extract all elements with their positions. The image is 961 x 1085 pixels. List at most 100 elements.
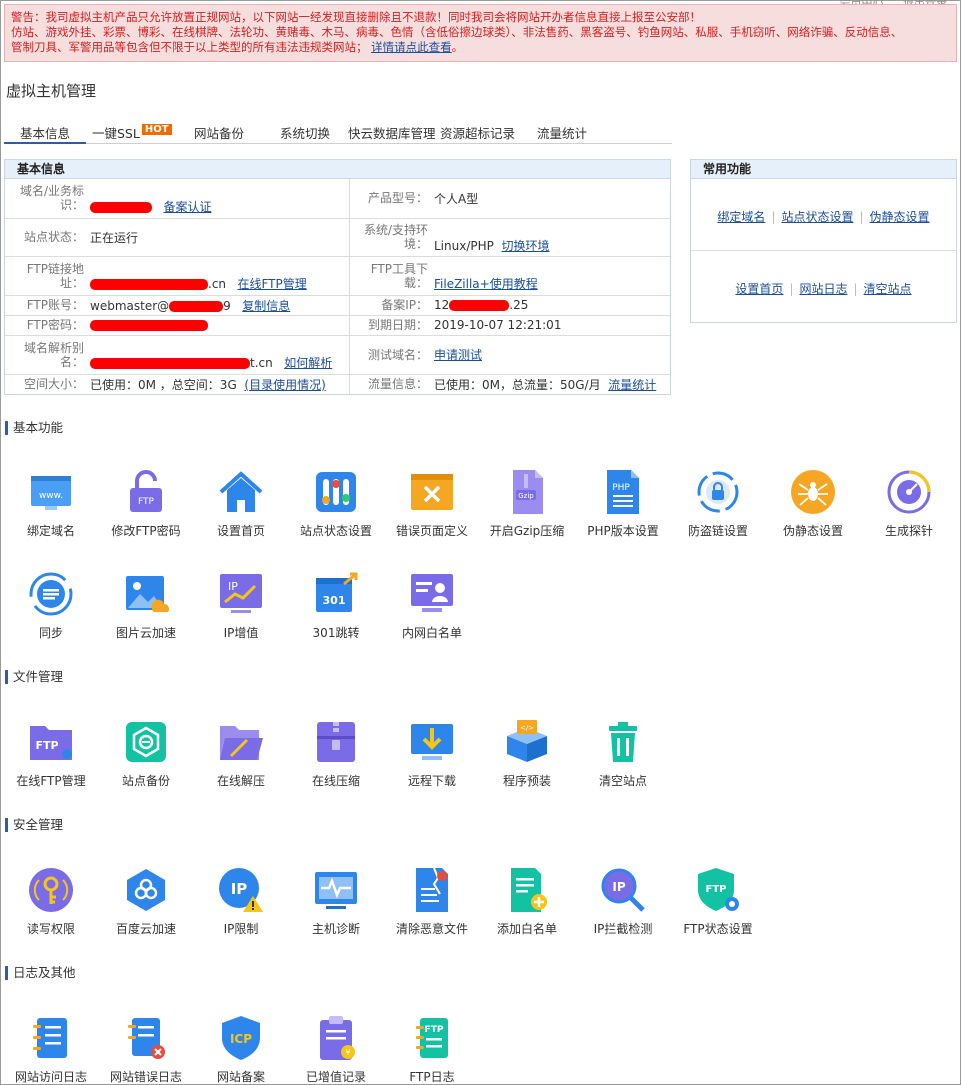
redacted-block — [90, 279, 208, 290]
tab-site-backup[interactable]: 网站备份 — [194, 124, 244, 144]
svg-text:¥: ¥ — [345, 1048, 350, 1057]
redacted-block — [169, 300, 224, 312]
icon-label: 错误页面定义 — [395, 524, 468, 538]
clean-malware-button[interactable]: 清除恶意文件 — [384, 866, 480, 937]
svg-text:www.: www. — [39, 491, 63, 501]
common-row-1: 绑定域名 | 站点状态设置 | 伪静态设置 — [717, 210, 930, 224]
common-site-status-link[interactable]: 站点状态设置 — [781, 210, 853, 224]
rewrite-button[interactable]: 伪静态设置 — [765, 468, 861, 539]
how-to-resolve-link[interactable]: 如何解析 — [284, 356, 332, 370]
error-page-button[interactable]: 错误页面定义 — [384, 468, 480, 539]
php-version-button[interactable]: PHP PHP版本设置 — [575, 468, 671, 539]
apply-test-link[interactable]: 申请测试 — [434, 348, 482, 362]
site-status-button[interactable]: 站点状态设置 — [288, 468, 384, 539]
gzip-button[interactable]: Gzip 开启Gzip压缩 — [479, 468, 575, 539]
icon-label: 主机诊断 — [311, 922, 360, 936]
intranet-whitelist-button[interactable]: 内网白名单 — [384, 570, 480, 641]
sync-button[interactable]: 同步 — [3, 570, 99, 641]
redacted-block — [449, 300, 510, 311]
clear-site-button[interactable]: 清空站点 — [575, 718, 671, 789]
ftp-account-prefix: webmaster@ — [90, 298, 170, 313]
common-site-log-link[interactable]: 网站日志 — [799, 282, 847, 296]
radar-probe-icon — [887, 470, 931, 514]
common-clear-site-link[interactable]: 清空站点 — [864, 282, 912, 296]
warning-detail-link[interactable]: 详情请点此查看 — [371, 40, 452, 54]
set-homepage-button[interactable]: 设置首页 — [193, 468, 289, 539]
svg-text:FTP: FTP — [138, 497, 155, 507]
ip-search-icon: IP — [601, 868, 645, 912]
bind-domain-button[interactable]: www. 绑定域名 — [3, 468, 99, 539]
page-title: 虚拟主机管理 — [6, 82, 97, 100]
redirect-301-button[interactable]: 301 301跳转 — [288, 570, 384, 641]
ip-intercept-button[interactable]: IP IP拦截检测 — [575, 866, 671, 937]
tab-traffic-stats[interactable]: 流量统计 — [537, 124, 587, 144]
malware-clean-icon — [416, 867, 448, 912]
hot-badge: HOT — [141, 124, 172, 135]
add-whitelist-button[interactable]: 添加白名单 — [479, 866, 575, 937]
error-log-button[interactable]: 网站错误日志 — [98, 1014, 194, 1085]
online-ftp-button[interactable]: FTP 在线FTP管理 — [3, 718, 99, 789]
error-page-icon — [411, 474, 453, 510]
tab-db-manage[interactable]: 快云数据库管理 — [348, 124, 436, 144]
anti-leech-button[interactable]: 防盗链设置 — [670, 468, 766, 539]
redacted-block — [90, 201, 152, 213]
common-divider — [691, 250, 956, 251]
record-auth-link[interactable]: 备案认证 — [163, 200, 211, 214]
ftp-log-button[interactable]: FTP FTP日志 — [384, 1014, 480, 1085]
tab-system-switch[interactable]: 系统切换 — [280, 124, 330, 144]
ip-restrict-button[interactable]: IP IP限制 — [193, 866, 289, 937]
online-unzip-button[interactable]: 在线解压 — [193, 718, 289, 789]
icon-label: 设置首页 — [216, 524, 265, 538]
browser-www-icon: www. — [31, 476, 71, 510]
gzip-file-icon: Gzip — [513, 470, 543, 514]
access-log-button[interactable]: 网站访问日志 — [3, 1014, 99, 1085]
online-ftp-link[interactable]: 在线FTP管理 — [237, 277, 306, 291]
host-diagnose-button[interactable]: 主机诊断 — [288, 866, 384, 937]
traffic-stats-link[interactable]: 流量统计 — [608, 378, 656, 392]
warning-line-1: 警告：我司虚拟主机产品只允许放置正规网站，以下网站一经发现直接删除且不退款！同时… — [11, 10, 701, 24]
icon-label: 站点备份 — [121, 774, 170, 788]
program-preinstall-button[interactable]: </> 程序预装 — [479, 718, 575, 789]
image-accel-button[interactable]: 图片云加速 — [98, 570, 194, 641]
common-functions-title: 常用功能 — [691, 160, 956, 179]
copy-info-link[interactable]: 复制信息 — [242, 299, 290, 313]
common-rewrite-link[interactable]: 伪静态设置 — [870, 210, 930, 224]
icon-label: 远程下载 — [407, 774, 456, 788]
warning-line-3: 管制刀具、军警用品等包含但不限于以上类型的所有违法违规类网站； 详情请点此查看。 — [11, 40, 464, 54]
svg-text:FTP: FTP — [35, 739, 58, 752]
addon-records-button[interactable]: ¥ 已增值记录 — [288, 1014, 384, 1085]
generate-probe-button[interactable]: 生成探针 — [861, 468, 957, 539]
ftp-status-button[interactable]: FTP FTP状态设置 — [670, 866, 766, 937]
tab-basic-info[interactable]: 基本信息 — [4, 124, 86, 144]
ip-addon-button[interactable]: IP IP增值 — [193, 570, 289, 641]
status-toggle-icon — [316, 472, 356, 512]
cloud-accel-icon — [127, 869, 165, 911]
ftp-account-suffix: 9 — [223, 298, 231, 313]
common-row-2: 设置首页 | 网站日志 | 清空站点 — [735, 282, 912, 296]
sync-icon — [29, 572, 73, 616]
icon-label: 防盗链设置 — [687, 524, 748, 538]
tab-ssl[interactable]: 一键SSL HOT — [92, 124, 172, 144]
switch-env-link[interactable]: 切换环境 — [502, 239, 550, 253]
site-icp-button[interactable]: ICP 网站备案 — [193, 1014, 289, 1085]
common-bind-domain-link[interactable]: 绑定域名 — [717, 210, 765, 224]
baidu-accel-button[interactable]: 百度云加速 — [98, 866, 194, 937]
icon-label: 已增值记录 — [305, 1070, 366, 1084]
section-basic-title: 基本功能 — [5, 421, 63, 435]
filezilla-link[interactable]: FileZilla+使用教程 — [434, 277, 538, 291]
online-zip-button[interactable]: 在线压缩 — [288, 718, 384, 789]
warning-banner: 警告：我司虚拟主机产品只允许放置正规网站，以下网站一经发现直接删除且不退款！同时… — [4, 4, 957, 62]
tab-resource-records[interactable]: 资源超标记录 — [440, 124, 515, 144]
svg-text:IP: IP — [228, 580, 238, 593]
common-set-homepage-link[interactable]: 设置首页 — [735, 282, 783, 296]
change-ftp-password-button[interactable]: FTP 修改FTP密码 — [98, 468, 194, 539]
ftp-shield-icon: FTP — [698, 868, 739, 911]
site-backup-icon — [126, 722, 166, 762]
icon-label: IP增值 — [223, 626, 259, 640]
icon-label: 修改FTP密码 — [111, 524, 181, 538]
svg-text:IP: IP — [612, 880, 625, 894]
rw-permission-button[interactable]: 读写权限 — [3, 866, 99, 937]
remote-download-button[interactable]: 远程下载 — [384, 718, 480, 789]
site-backup-button[interactable]: 站点备份 — [98, 718, 194, 789]
dir-usage-link[interactable]: (目录使用情况) — [244, 378, 325, 392]
